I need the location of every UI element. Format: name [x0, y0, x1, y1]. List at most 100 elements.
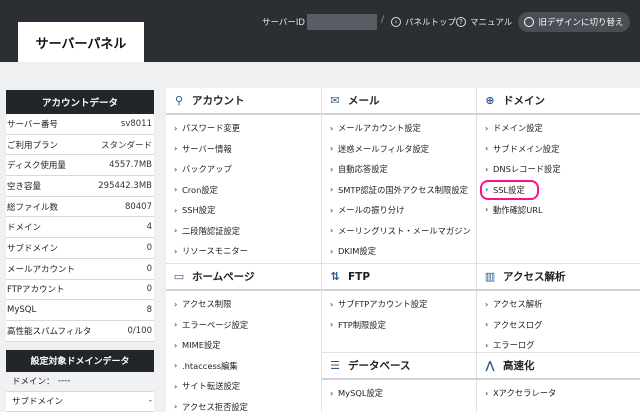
account-row: サーバー番号 sv8011: [6, 114, 154, 135]
menu-link-domain-settings[interactable]: › ドメイン設定: [477, 118, 640, 139]
sidebar: アカウントデータ サーバー番号 sv8011 ご利用プラン スタンダード ディスク使…: [6, 90, 154, 412]
menu-link-2fa[interactable]: › 二段階認証設定: [166, 221, 321, 242]
menu-link-sub-ftp[interactable]: › サブFTPアカウント設定: [322, 294, 477, 315]
row-value: 295442.3MB: [98, 180, 152, 191]
link-label: リソースモニター: [182, 246, 248, 257]
user-icon: ⚲: [174, 93, 184, 107]
menu-link-smtp-restriction[interactable]: › SMTP認証の国外アクセス制限設定: [322, 180, 477, 201]
menu-link-dkim[interactable]: › DKIM設定: [322, 241, 477, 262]
menu-link-access-analytics[interactable]: › アクセス解析: [477, 294, 640, 315]
menu-link-subdomain[interactable]: › サブドメイン設定: [477, 139, 640, 160]
row-value: 0/100: [127, 325, 153, 336]
panel-top-link[interactable]: › パネルトップ: [391, 15, 456, 29]
menu-link-dns-record[interactable]: › DNSレコード設定: [477, 159, 640, 180]
link-label: SSH設定: [182, 205, 216, 216]
server-panel-logo[interactable]: サーバーパネル: [18, 22, 144, 62]
link-label: メールアカウント設定: [338, 123, 421, 134]
menu-link-ssl-highlighted[interactable]: › SSL設定: [480, 179, 539, 200]
chevron-right-icon: ›: [174, 185, 178, 195]
chevron-right-icon: ›: [485, 388, 489, 398]
chevron-right-icon: ›: [330, 123, 334, 133]
chevron-right-icon: ›: [330, 185, 334, 195]
link-label: サーバー情報: [182, 143, 232, 154]
mail-section: ✉ メール › メールアカウント設定 › 迷惑メールフィルタ設定 › 自動応答設定 › S…: [322, 88, 477, 262]
menu-link-mime[interactable]: › MIME設定: [166, 335, 321, 356]
row-label: MySQL: [7, 305, 37, 316]
chevron-right-icon: ›: [174, 320, 178, 330]
old-design-button[interactable]: 旧デザインに切り替え: [518, 12, 630, 32]
link-label: FTP制限設定: [338, 319, 386, 330]
menu-link-cron[interactable]: › Cron設定: [166, 180, 321, 201]
menu-link-spam-filter[interactable]: › 迷惑メールフィルタ設定: [322, 139, 477, 160]
section-title: アカウント: [192, 95, 245, 107]
link-label: 自動応答設定: [338, 164, 388, 175]
ftp-section: ⇅ FTP › サブFTPアカウント設定 › FTP制限設定: [322, 264, 477, 335]
chevron-right-icon: ›: [174, 299, 178, 309]
account-data-list: サーバー番号 sv8011 ご利用プラン スタンダード ディスク使用量 4557.7M…: [6, 114, 154, 342]
chevron-right-icon: ›: [174, 164, 178, 174]
speed-arrows-icon: ⋀: [485, 358, 495, 372]
account-section: ⚲ アカウント › パスワード変更 › サーバー情報 › バックアップ › Cron設定 …: [166, 88, 321, 262]
menu-link-mysql[interactable]: › MySQL設定: [322, 383, 477, 404]
menu-link-htaccess[interactable]: › .htaccess編集: [166, 356, 321, 377]
link-label: MySQL設定: [338, 388, 384, 399]
chevron-right-icon: ›: [330, 164, 334, 174]
chevron-right-icon: ›: [330, 299, 334, 309]
chevron-right-icon: ›: [485, 299, 489, 309]
domain-section: ⊕ ドメイン › ドメイン設定 › サブドメイン設定 › DNSレコード設定 › SSL設…: [477, 88, 640, 220]
row-label: 空き容量: [7, 181, 42, 192]
link-label: SMTP認証の国外アクセス制限設定: [338, 184, 468, 195]
menu-link-mailing-list[interactable]: › メーリングリスト・メールマガジン: [322, 221, 477, 242]
account-row: ご利用プラン スタンダード: [6, 134, 154, 156]
panel-top-icon: ›: [391, 17, 401, 27]
access-analytics-section-header: ▥ アクセス解析: [477, 264, 640, 291]
ftp-arrows-icon: ⇅: [330, 269, 340, 283]
section-title: メール: [348, 95, 380, 107]
row-label: 高性能スパムフィルタ: [7, 326, 92, 337]
menu-link-server-info[interactable]: › サーバー情報: [166, 139, 321, 160]
link-label: サイト転送設定: [182, 381, 241, 392]
link-label: DNSレコード設定: [493, 164, 561, 175]
menu-link-access-deny[interactable]: › アクセス拒否設定: [166, 397, 321, 412]
menu-link-verify-url[interactable]: › 動作確認URL: [477, 200, 640, 221]
menu-link-error-page[interactable]: › エラーページ設定: [166, 315, 321, 336]
link-label: アクセス拒否設定: [182, 401, 248, 412]
chevron-right-icon: ›: [174, 340, 178, 350]
access-analytics-section: ▥ アクセス解析 › アクセス解析 › アクセスログ › エラーログ: [477, 264, 640, 356]
menu-link-site-redirect[interactable]: › サイト転送設定: [166, 376, 321, 397]
menu-link-resource-monitor[interactable]: › リソースモニター: [166, 241, 321, 262]
row-value: 80407: [124, 201, 152, 212]
row-value: ----: [58, 376, 71, 387]
header-separator: /: [381, 15, 385, 25]
bar-chart-icon: ▥: [484, 269, 496, 283]
manual-link[interactable]: ? マニュアル: [456, 15, 512, 29]
link-label: DKIM設定: [338, 246, 377, 257]
mail-section-header: ✉ メール: [322, 88, 477, 115]
section-title: ホームページ: [192, 271, 255, 283]
menu-link-password[interactable]: › パスワード変更: [166, 118, 321, 139]
menu-link-access-log[interactable]: › アクセスログ: [477, 315, 640, 336]
row-value: 4557.7MB: [109, 160, 152, 171]
link-label: 動作確認URL: [493, 204, 543, 215]
menu-link-mail-account[interactable]: › メールアカウント設定: [322, 118, 477, 139]
menu-link-backup[interactable]: › バックアップ: [166, 159, 321, 180]
row-value: 8: [146, 305, 152, 316]
menu-link-auto-reply[interactable]: › 自動応答設定: [322, 159, 477, 180]
server-id-redacted: [306, 14, 377, 30]
domain-section-header: ⊕ ドメイン: [477, 88, 640, 115]
help-icon: ?: [456, 17, 466, 27]
chevron-right-icon: ›: [174, 381, 178, 391]
menu-link-x-accelerator[interactable]: › Xアクセラレータ: [477, 383, 640, 404]
row-label: サーバー番号: [7, 119, 58, 130]
menu-link-ftp-restriction[interactable]: › FTP制限設定: [322, 315, 477, 336]
account-row: MySQL 8: [6, 300, 154, 321]
menu-link-ssh[interactable]: › SSH設定: [166, 200, 321, 221]
chevron-right-icon: ›: [174, 226, 178, 236]
menu-link-access-restriction[interactable]: › アクセス制限: [166, 294, 321, 315]
link-label: メーリングリスト・メールマガジン: [338, 225, 471, 236]
row-label: メールアカウント: [7, 264, 76, 275]
chevron-right-icon: ›: [174, 205, 178, 215]
menu-link-mail-sort[interactable]: › メールの振り分け: [322, 200, 477, 221]
account-row: ディスク使用量 4557.7MB: [6, 155, 154, 177]
row-label: サブドメイン: [7, 243, 59, 254]
